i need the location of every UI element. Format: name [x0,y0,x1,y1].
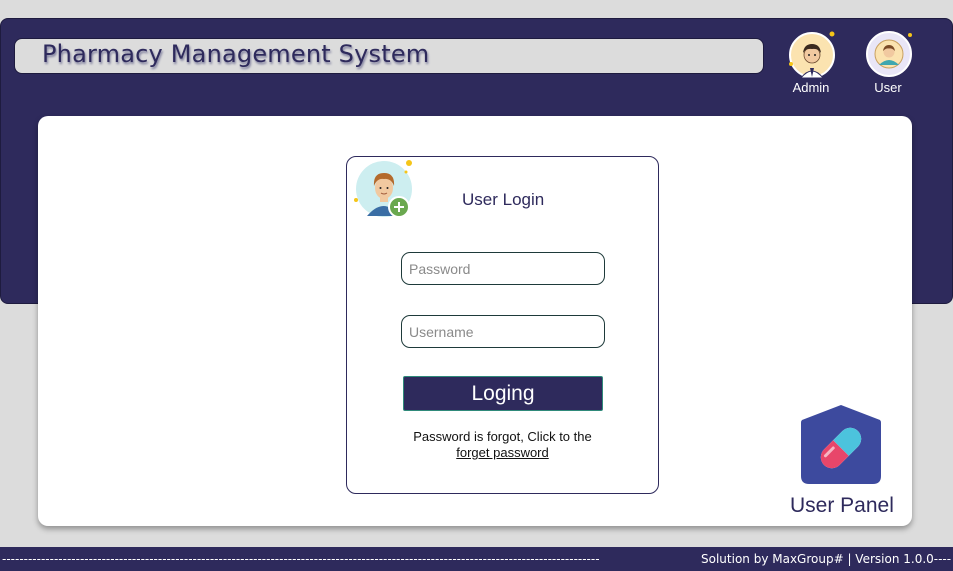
password-input[interactable] [401,252,605,285]
forget-password-link[interactable]: forget password [456,445,549,460]
user-role-label: User [874,80,902,95]
forgot-password-message: Password is forgot, Click to the forget … [346,429,659,461]
username-input[interactable] [401,315,605,348]
user-panel-button[interactable] [801,404,881,484]
footer-dashes: ----------------------------------------… [2,552,600,566]
admin-role-button[interactable]: Admin [787,30,835,95]
login-button[interactable]: Loging [403,376,603,411]
footer-credit: Solution by MaxGroup# | Version 1.0.0---… [701,552,952,566]
login-title: User Login [462,190,545,209]
pill-capsule-icon [801,404,881,489]
admin-role-label: Admin [792,80,830,95]
footer: ----------------------------------------… [0,547,953,571]
user-panel-label: User Panel [790,494,894,517]
admin-avatar-icon [788,30,835,79]
user-role-button[interactable]: User [864,30,912,95]
forgot-password-text: Password is forgot, Click to the [413,429,592,444]
user-avatar-icon [865,30,912,77]
app-title: Pharmacy Management System [42,40,430,68]
user-add-avatar-icon [353,158,415,222]
